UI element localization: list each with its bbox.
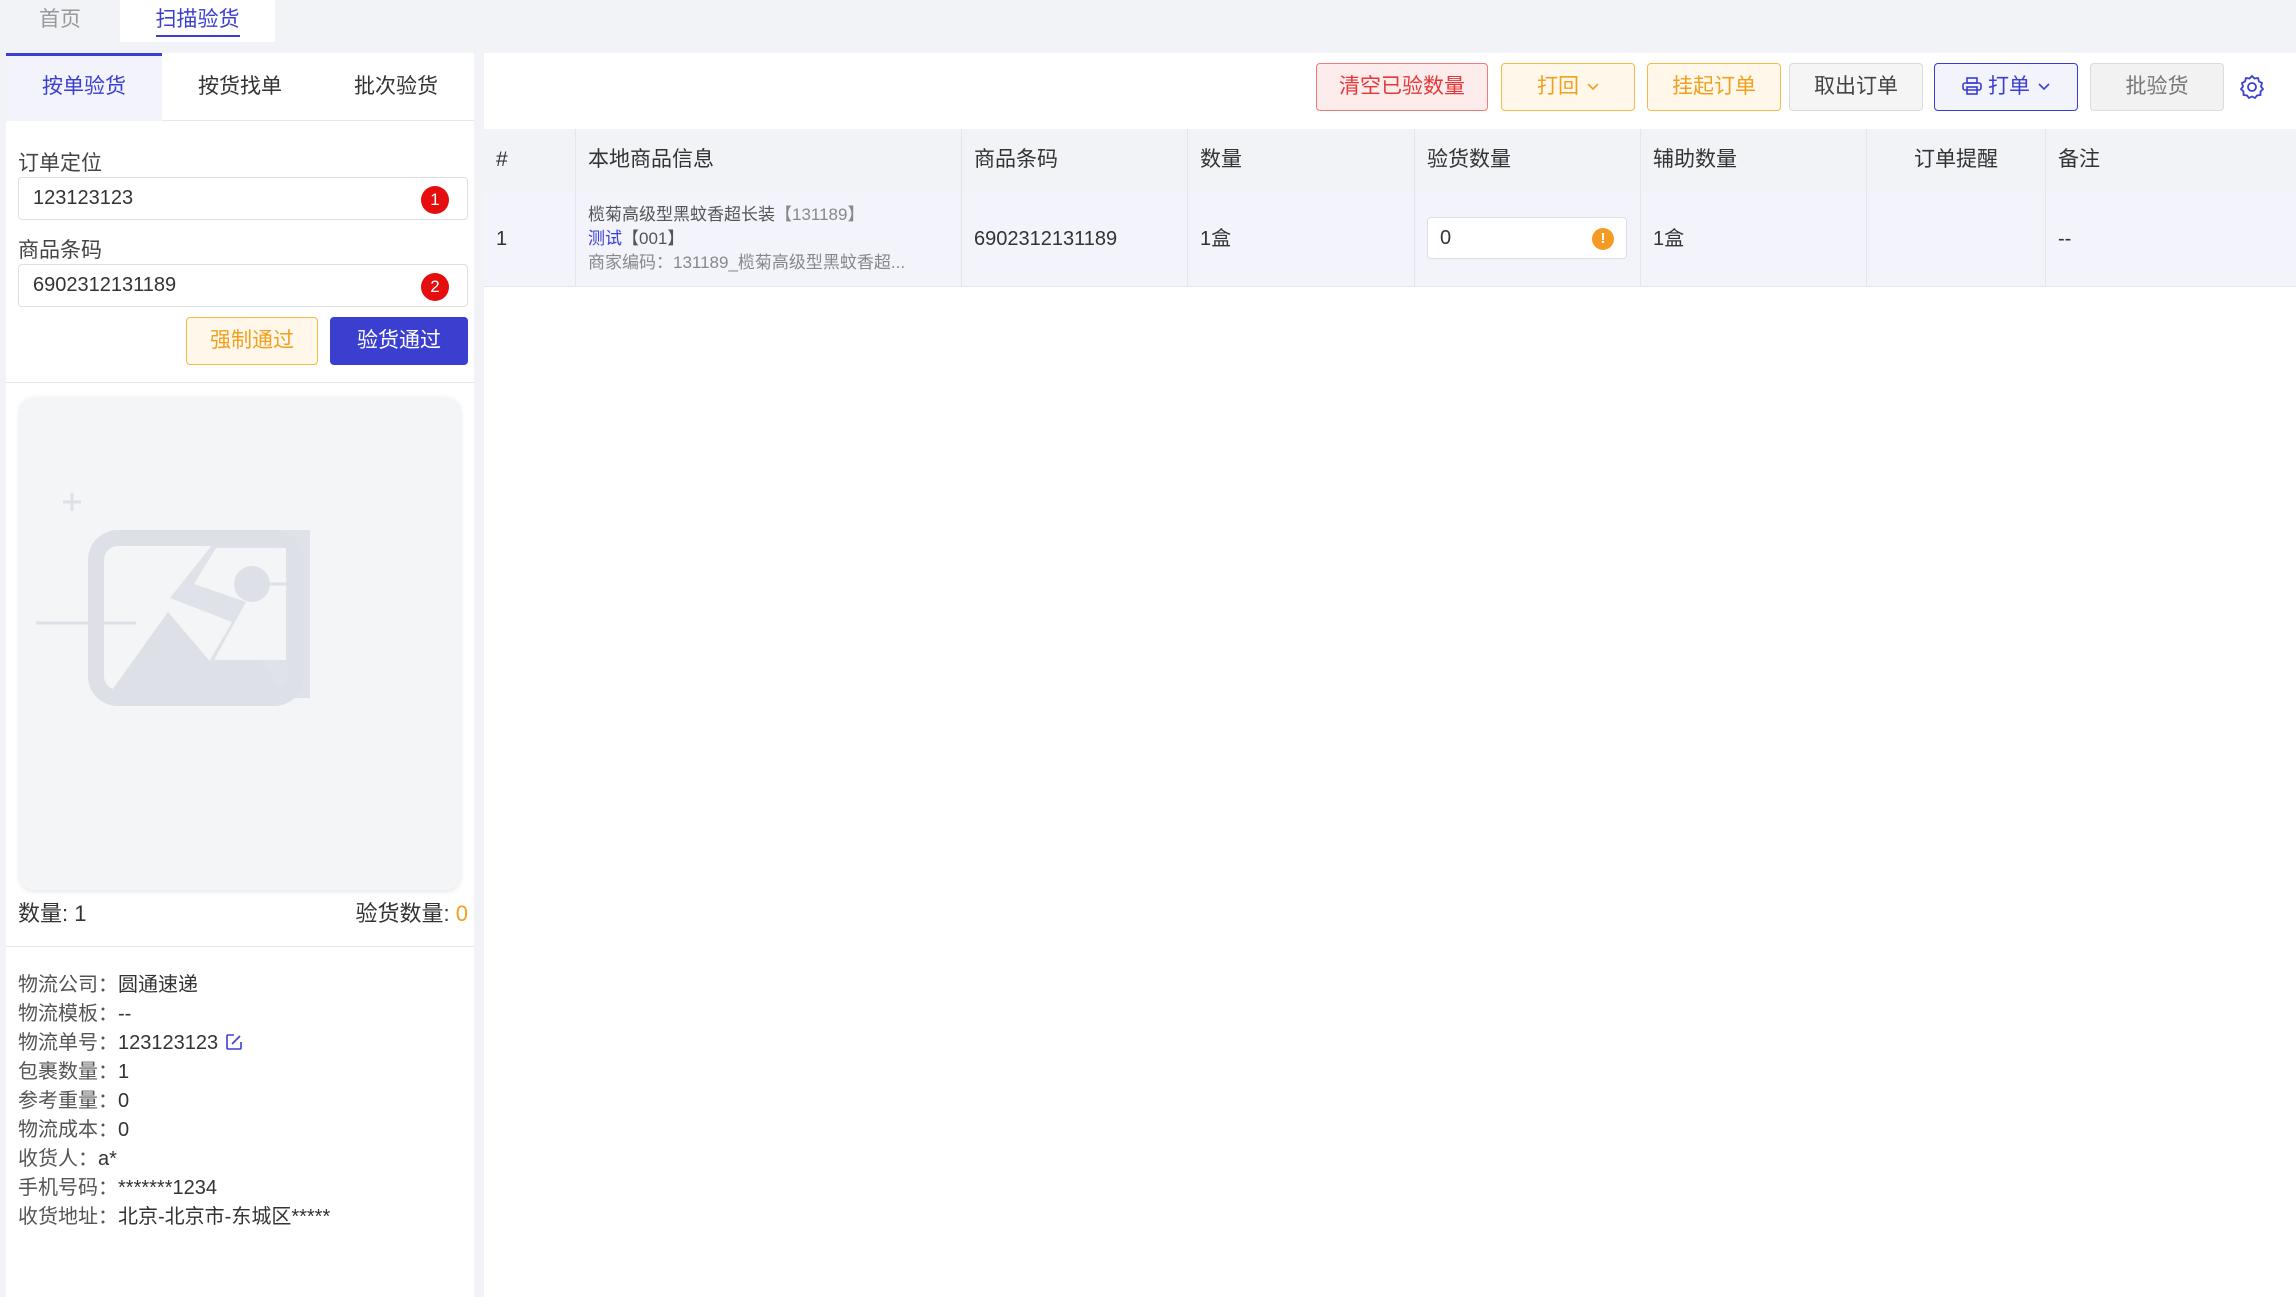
logistics-value: *******1234: [118, 1177, 217, 1199]
tab-find-order-by-goods[interactable]: 按货找单: [162, 53, 318, 121]
clear-checked-qty-button[interactable]: 清空已验数量: [1316, 63, 1488, 111]
order-locate-label: 订单定位: [18, 152, 102, 175]
hang-order-button[interactable]: 挂起订单: [1647, 63, 1781, 111]
col-quantity: 数量: [1188, 129, 1415, 191]
logistics-row: 参考重量：0: [18, 1084, 129, 1113]
tab-scan-inspect-label: 扫描验货: [155, 8, 240, 37]
print-order-dropdown-button[interactable]: 打单: [1934, 63, 2078, 111]
product-name-line: 榄菊高级型黑蚊香超长装【131189】: [588, 203, 961, 227]
table-row[interactable]: 1 榄菊高级型黑蚊香超长装【131189】 测试【001】 商家编码：13118…: [484, 191, 2296, 287]
logistics-label: 物流单号：: [18, 1032, 118, 1054]
product-spec[interactable]: 测试: [588, 229, 622, 248]
main-panel: 清空已验数量 打回 挂起订单 取出订单 打单 批验货 # 本地商品信息 商品条码…: [484, 53, 2296, 1297]
row-index: 1: [484, 191, 576, 287]
col-checked-quantity: 验货数量: [1415, 129, 1641, 191]
image-placeholder-icon: [36, 493, 310, 706]
logistics-row: 物流模板：--: [18, 997, 131, 1026]
inspect-mode-tabs: 按单验货 按货找单 批次验货: [6, 53, 474, 121]
logistics-label: 参考重量：: [18, 1090, 118, 1112]
reject-dropdown-button[interactable]: 打回: [1501, 63, 1635, 111]
logistics-value: --: [118, 1003, 132, 1025]
logistics-value: 123123123: [118, 1032, 219, 1054]
logistics-label: 包裹数量：: [18, 1061, 118, 1083]
edit-icon[interactable]: [224, 1032, 244, 1052]
warning-icon: !: [1592, 228, 1614, 250]
force-pass-button[interactable]: 强制通过: [186, 317, 318, 365]
order-locate-input[interactable]: 123123123 1: [18, 177, 468, 220]
checked-quantity-input-value: 0: [1440, 227, 1452, 249]
order-reminder-cell: [1867, 191, 2046, 287]
quantity-summary: 数量: 1: [18, 901, 87, 926]
logistics-row: 包裹数量：1: [18, 1055, 129, 1084]
logistics-value: a*: [98, 1148, 117, 1170]
tab-scan-inspect[interactable]: 扫描验货: [120, 0, 275, 42]
aux-quantity-cell: 1盒: [1641, 191, 1867, 287]
col-index: #: [484, 129, 576, 191]
product-spec-code: 【001】: [622, 229, 685, 248]
checked-quantity-input[interactable]: 0 !: [1427, 217, 1627, 259]
product-name: 榄菊高级型黑蚊香超长装: [588, 205, 775, 224]
logistics-value: 0: [118, 1090, 130, 1112]
printer-icon: [1962, 77, 1982, 95]
checked-quantity-label: 验货数量:: [355, 901, 456, 926]
logistics-label: 手机号码：: [18, 1177, 118, 1199]
quantity-cell: 1盒: [1188, 191, 1415, 287]
product-spec-line: 测试【001】: [588, 227, 961, 251]
step-badge-1: 1: [421, 186, 449, 214]
divider: [6, 382, 474, 383]
logistics-label: 物流成本：: [18, 1119, 118, 1141]
divider: [6, 946, 474, 947]
barcode-input[interactable]: 6902312131189 2: [18, 264, 468, 307]
col-order-reminder: 订单提醒: [1867, 129, 2046, 191]
product-info-cell: 榄菊高级型黑蚊香超长装【131189】 测试【001】 商家编码：131189_…: [576, 191, 962, 287]
logistics-value: 0: [118, 1119, 130, 1141]
barcode-value: 6902312131189: [33, 274, 177, 296]
logistics-row: 收货人：a*: [18, 1142, 117, 1171]
step-badge-2: 2: [421, 273, 449, 301]
checked-quantity-summary: 验货数量: 0: [356, 896, 468, 928]
settings-gear-icon[interactable]: [2238, 73, 2266, 101]
left-panel: 按单验货 按货找单 批次验货 订单定位 123123123 1 商品条码 690…: [6, 53, 474, 1297]
product-code: 【131189】: [775, 205, 865, 224]
logistics-value: 圆通速递: [118, 974, 198, 996]
merchant-code: 商家编码：131189_榄菊高级型黑蚊香超...: [588, 253, 906, 272]
take-out-order-button[interactable]: 取出订单: [1789, 63, 1923, 111]
tab-batch-inspect[interactable]: 批次验货: [318, 53, 474, 121]
order-locate-value: 123123123: [33, 187, 134, 209]
logistics-row: 物流单号：123123123: [18, 1026, 244, 1055]
top-tab-bar: 首页 扫描验货: [0, 0, 2296, 42]
barcode-label: 商品条码: [18, 239, 102, 262]
logistics-value: 1: [118, 1061, 130, 1083]
batch-inspect-button[interactable]: 批验货: [2090, 63, 2224, 111]
inspect-pass-button[interactable]: 验货通过: [330, 317, 468, 365]
logistics-row: 物流成本：0: [18, 1113, 129, 1142]
table-header: # 本地商品信息 商品条码 数量 验货数量 辅助数量 订单提醒 备注: [484, 129, 2296, 191]
logistics-label: 收货地址：: [18, 1206, 118, 1228]
logistics-label: 物流公司：: [18, 974, 118, 996]
col-product-info: 本地商品信息: [576, 129, 962, 191]
chevron-down-icon: [2038, 83, 2050, 91]
print-order-label: 打单: [1988, 75, 2030, 98]
product-image-placeholder: [20, 398, 460, 890]
tab-home[interactable]: 首页: [0, 0, 120, 42]
logistics-row: 物流公司：圆通速递: [18, 968, 198, 997]
logistics-row: 手机号码：*******1234: [18, 1171, 217, 1200]
logistics-label: 物流模板：: [18, 1003, 118, 1025]
col-remark: 备注: [2058, 148, 2100, 171]
logistics-label: 收货人：: [18, 1148, 98, 1170]
reject-label: 打回: [1537, 75, 1579, 98]
col-aux-quantity: 辅助数量: [1641, 129, 1867, 191]
chevron-down-icon: [1587, 83, 1599, 91]
toolbar: 清空已验数量 打回 挂起订单 取出订单 打单 批验货: [484, 53, 2296, 117]
tab-inspect-by-order[interactable]: 按单验货: [6, 53, 162, 121]
logistics-row: 收货地址：北京-北京市-东城区*****: [18, 1200, 330, 1229]
checked-quantity-cell: 0 !: [1415, 191, 1641, 287]
col-barcode: 商品条码: [962, 129, 1188, 191]
checked-quantity-value: 0: [455, 901, 468, 926]
remark-cell: --: [2058, 228, 2072, 250]
barcode-cell: 6902312131189: [962, 191, 1188, 287]
logistics-value: 北京-北京市-东城区*****: [118, 1206, 331, 1228]
